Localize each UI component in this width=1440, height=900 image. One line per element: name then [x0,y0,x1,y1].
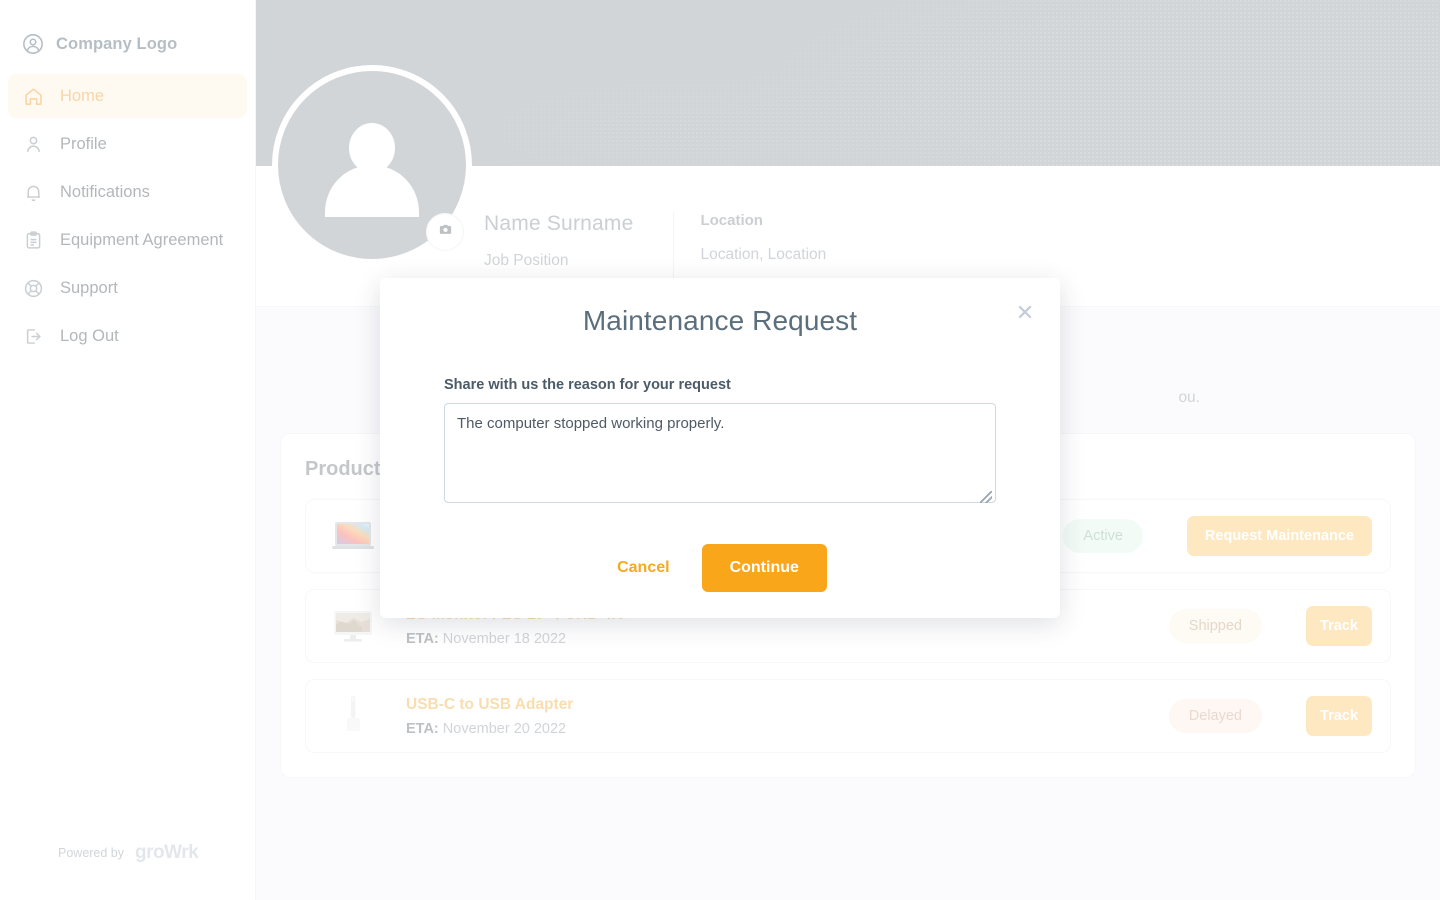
maintenance-request-modal: ✕ Maintenance Request Share with us the … [380,278,1060,618]
cancel-button[interactable]: Cancel [613,551,673,585]
modal-actions: Cancel Continue [444,544,996,592]
continue-button[interactable]: Continue [702,544,827,592]
close-icon[interactable]: ✕ [1012,300,1038,326]
modal-body: Share with us the reason for your reques… [380,337,1060,592]
modal-title: Maintenance Request [380,278,1060,337]
reason-field-label: Share with us the reason for your reques… [444,377,996,393]
app-root: Company Logo Home Profile [0,0,1440,900]
reason-textarea[interactable] [444,403,996,503]
reason-field-wrapper [444,403,996,508]
